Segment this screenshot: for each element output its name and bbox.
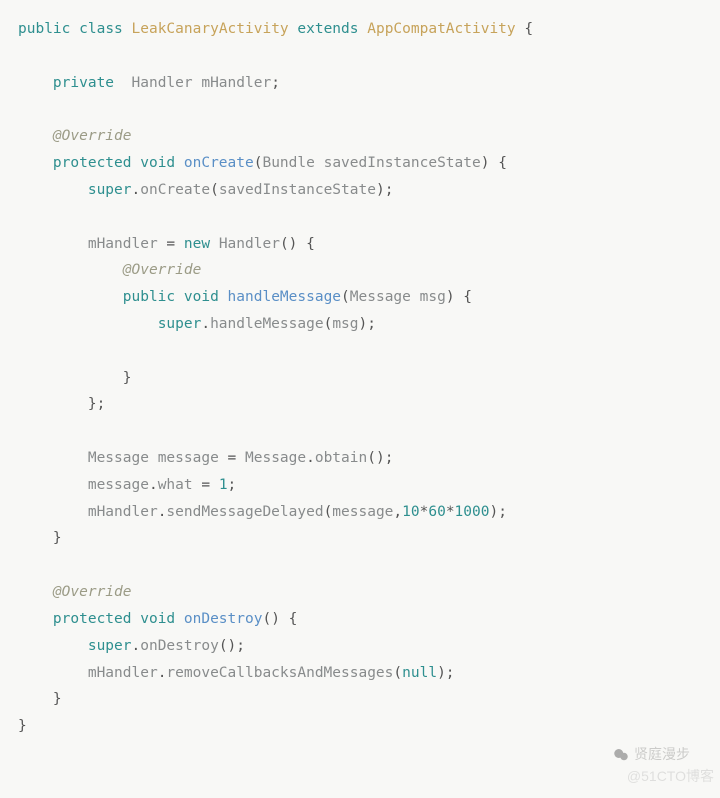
var-message: message (88, 477, 149, 493)
field-mhandler: mHandler (88, 665, 158, 681)
brace-open: { (498, 155, 507, 171)
annotation-override: @Override (123, 262, 202, 278)
semicolon: ; (236, 638, 245, 654)
star: * (446, 504, 455, 520)
literal-60: 60 (428, 504, 445, 520)
type-handler: Handler (132, 75, 193, 91)
paren: ) (489, 504, 498, 520)
kw-public: public (123, 289, 175, 305)
field-mhandler: mHandler (88, 504, 158, 520)
code-block: public class LeakCanaryActivity extends … (0, 0, 720, 756)
semicolon: ; (367, 316, 376, 332)
call-obtain: obtain (315, 450, 367, 466)
call-removecallbacks: removeCallbacksAndMessages (166, 665, 393, 681)
semicolon: ; (385, 450, 394, 466)
paren: ) (359, 316, 368, 332)
method-handlemessage: handleMessage (228, 289, 342, 305)
brace-open: { (463, 289, 472, 305)
var-message: message (158, 450, 219, 466)
kw-null: null (402, 665, 437, 681)
equals: = (166, 236, 175, 252)
paren: () (262, 611, 279, 627)
paren: () (367, 450, 384, 466)
field-mhandler: mHandler (88, 236, 158, 252)
method-oncreate: onCreate (184, 155, 254, 171)
brace-open: { (289, 611, 298, 627)
kw-protected: protected (53, 155, 132, 171)
super-class-name: AppCompatActivity (367, 21, 515, 37)
annotation-override: @Override (53, 128, 132, 144)
param-msg: msg (420, 289, 446, 305)
literal-1000: 1000 (455, 504, 490, 520)
kw-class: class (79, 21, 123, 37)
call-ondestroy: onDestroy (140, 638, 219, 654)
semicolon: ; (271, 75, 280, 91)
semicolon: ; (498, 504, 507, 520)
brace-open: { (306, 236, 315, 252)
class-name: LeakCanaryActivity (132, 21, 289, 37)
call-handlemessage: handleMessage (210, 316, 324, 332)
wechat-icon (612, 746, 630, 764)
kw-public: public (18, 21, 70, 37)
brace-close: } (88, 396, 97, 412)
param-saved: savedInstanceState (324, 155, 481, 171)
field-what: what (158, 477, 193, 493)
dot: . (132, 638, 141, 654)
watermark-51cto: @51CTO博客 (627, 764, 714, 790)
brace-close: } (123, 370, 132, 386)
comma: , (393, 504, 402, 520)
paren: ( (324, 316, 333, 332)
paren: ( (393, 665, 402, 681)
kw-protected: protected (53, 611, 132, 627)
dot: . (306, 450, 315, 466)
call-sendmessagedelayed: sendMessageDelayed (166, 504, 323, 520)
semicolon: ; (385, 182, 394, 198)
paren: () (280, 236, 297, 252)
kw-void: void (184, 289, 219, 305)
type-message: Message (88, 450, 149, 466)
type-bundle: Bundle (262, 155, 314, 171)
paren: ) (376, 182, 385, 198)
literal-1: 1 (219, 477, 228, 493)
paren: ) (437, 665, 446, 681)
type-message: Message (350, 289, 411, 305)
paren: ( (341, 289, 350, 305)
literal-10: 10 (402, 504, 419, 520)
paren: ( (324, 504, 333, 520)
paren: () (219, 638, 236, 654)
semicolon: ; (228, 477, 237, 493)
annotation-override: @Override (53, 584, 132, 600)
type-message: Message (245, 450, 306, 466)
brace-open: { (524, 21, 533, 37)
dot: . (132, 182, 141, 198)
type-handler: Handler (219, 236, 280, 252)
arg-msg: msg (332, 316, 358, 332)
kw-void: void (140, 155, 175, 171)
brace-close: } (53, 691, 62, 707)
semicolon: ; (446, 665, 455, 681)
arg-message: message (332, 504, 393, 520)
equals: = (228, 450, 237, 466)
paren: ) (446, 289, 455, 305)
field-mhandler: mHandler (201, 75, 271, 91)
brace-close: } (18, 718, 27, 734)
kw-private: private (53, 75, 114, 91)
dot: . (201, 316, 210, 332)
arg-saved: savedInstanceState (219, 182, 376, 198)
dot: . (149, 477, 158, 493)
kw-extends: extends (297, 21, 358, 37)
brace-close: } (53, 530, 62, 546)
paren: ) (481, 155, 490, 171)
paren: ( (210, 182, 219, 198)
equals: = (201, 477, 210, 493)
kw-super: super (88, 638, 132, 654)
kw-super: super (158, 316, 202, 332)
kw-void: void (140, 611, 175, 627)
call-oncreate: onCreate (140, 182, 210, 198)
kw-new: new (184, 236, 210, 252)
semicolon: ; (97, 396, 106, 412)
method-ondestroy: onDestroy (184, 611, 263, 627)
kw-super: super (88, 182, 132, 198)
